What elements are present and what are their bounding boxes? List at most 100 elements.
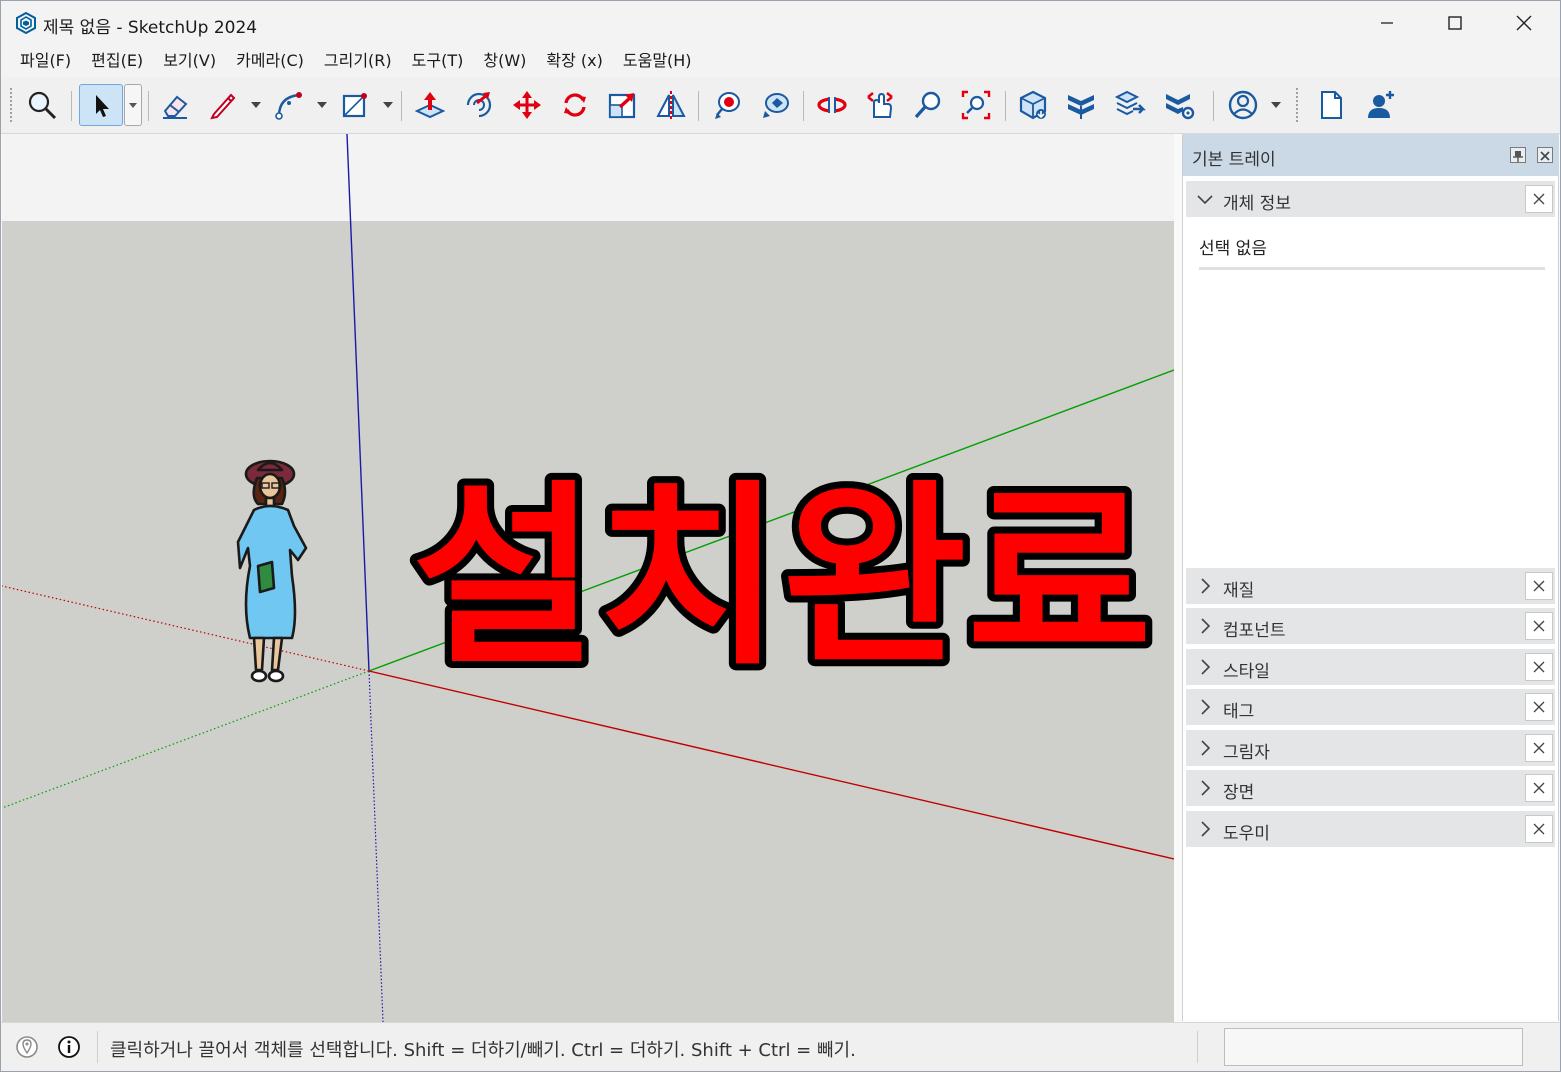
toolbar-grip[interactable]	[1295, 87, 1299, 123]
panel-styles[interactable]: 스타일	[1186, 649, 1555, 685]
new-file-icon	[1321, 91, 1342, 119]
arc-icon	[275, 92, 302, 120]
maximize-button[interactable]	[1422, 1, 1488, 45]
offset-icon	[466, 92, 492, 118]
panel-label: 개체 정보	[1223, 194, 1291, 214]
3d-warehouse-button[interactable]	[1015, 87, 1051, 123]
tray-pin-button[interactable]	[1510, 147, 1526, 163]
panel-label: 스타일	[1223, 662, 1270, 682]
rectangle-button[interactable]	[337, 87, 373, 123]
arc-button[interactable]	[271, 87, 307, 123]
eraser-button[interactable]	[157, 87, 193, 123]
panel-label: 재질	[1223, 581, 1255, 601]
chevron-right-icon	[1201, 699, 1211, 715]
extension-warehouse-button[interactable]	[1063, 87, 1099, 123]
blue-axis-hidden	[368, 670, 384, 1022]
panel-close-button[interactable]	[1525, 612, 1553, 640]
menu-view[interactable]: 보기(V)	[153, 45, 226, 77]
rotate-button[interactable]	[557, 87, 593, 123]
menu-draw[interactable]: 그리기(R)	[314, 45, 402, 77]
modeling-viewport[interactable]: 설치완료	[2, 134, 1174, 1022]
toolbar-grip[interactable]	[9, 87, 13, 123]
minimize-button[interactable]	[1354, 1, 1420, 45]
offset-button[interactable]	[461, 87, 497, 123]
pan-button[interactable]	[862, 87, 898, 123]
status-hint-text: 클릭하거나 끌어서 객체를 선택합니다. Shift = 더하기/빼기. Ctr…	[110, 1040, 856, 1061]
measurements-box[interactable]	[1224, 1028, 1523, 1066]
panel-shadows[interactable]: 그림자	[1186, 730, 1555, 766]
extension-manager-icon	[1166, 94, 1195, 120]
chevron-down-icon[interactable]	[251, 101, 261, 109]
geolocation-icon[interactable]	[15, 1035, 39, 1059]
panel-label: 그림자	[1223, 743, 1270, 763]
menu-tools[interactable]: 도구(T)	[402, 45, 474, 77]
info-icon[interactable]	[57, 1035, 81, 1059]
menu-file[interactable]: 파일(F)	[10, 45, 81, 77]
panel-close-button[interactable]	[1525, 185, 1553, 213]
push-pull-button[interactable]	[412, 87, 448, 123]
close-icon	[1533, 193, 1545, 205]
panel-close-button[interactable]	[1525, 693, 1553, 721]
panel-tags[interactable]: 태그	[1186, 689, 1555, 725]
search-icon	[28, 91, 57, 120]
install-complete-banner: 설치완료	[405, 457, 1159, 682]
orbit-button[interactable]	[814, 87, 850, 123]
chevron-right-icon	[1201, 618, 1211, 634]
panel-close-button[interactable]	[1525, 653, 1553, 681]
extension-manager-button[interactable]	[1161, 87, 1197, 123]
3d-warehouse-icon	[1019, 90, 1047, 120]
chevron-right-icon	[1201, 578, 1211, 594]
scale-figure-person	[236, 459, 308, 683]
title-bar: 제목 없음 - SketchUp 2024	[1, 1, 1560, 45]
search-button[interactable]	[24, 87, 60, 123]
orbit-icon	[817, 95, 847, 115]
panel-entity-info[interactable]: 개체 정보	[1186, 181, 1555, 217]
close-button[interactable]	[1491, 1, 1557, 45]
move-button[interactable]	[509, 87, 545, 123]
panel-close-button[interactable]	[1525, 572, 1553, 600]
scale-icon	[608, 93, 636, 119]
paint-bucket-button[interactable]	[709, 87, 745, 123]
toolbar-separator	[148, 91, 149, 121]
panel-close-button[interactable]	[1525, 815, 1553, 843]
layout-send-button[interactable]	[1111, 87, 1147, 123]
banner-text: 설치완료	[412, 464, 1152, 682]
zoom-button[interactable]	[910, 87, 946, 123]
menu-edit[interactable]: 편집(E)	[81, 45, 153, 77]
chevron-right-icon	[1201, 821, 1211, 837]
select-tool-button[interactable]	[79, 84, 123, 126]
select-tool-dropdown[interactable]	[124, 84, 142, 126]
blue-axis	[346, 134, 370, 672]
toolbar-separator	[803, 91, 804, 121]
toolbar-separator	[401, 91, 402, 121]
panel-scenes[interactable]: 장면	[1186, 770, 1555, 806]
chevron-down-icon[interactable]	[317, 101, 327, 109]
pencil-button[interactable]	[205, 87, 241, 123]
chevron-down-icon[interactable]	[1271, 101, 1281, 109]
new-file-button[interactable]	[1313, 87, 1349, 123]
chevron-down-icon[interactable]	[383, 101, 393, 109]
panel-components[interactable]: 컴포넌트	[1186, 608, 1555, 644]
zoom-extents-button[interactable]	[958, 87, 994, 123]
panel-materials[interactable]: 재질	[1186, 568, 1555, 604]
close-icon	[1533, 701, 1545, 713]
tray-close-button[interactable]	[1537, 147, 1553, 163]
panel-close-button[interactable]	[1525, 734, 1553, 762]
flip-button[interactable]	[653, 87, 689, 123]
add-user-button[interactable]	[1363, 87, 1399, 123]
divider	[97, 1031, 98, 1063]
menu-extensions[interactable]: 확장 (x)	[536, 45, 612, 77]
menu-bar: 파일(F) 편집(E) 보기(V) 카메라(C) 그리기(R) 도구(T) 창(…	[1, 45, 1560, 77]
minimize-icon	[1381, 22, 1393, 24]
panel-instructor[interactable]: 도우미	[1186, 811, 1555, 847]
menu-window[interactable]: 창(W)	[473, 45, 536, 77]
add-user-icon	[1368, 91, 1394, 118]
rotate-icon	[564, 93, 586, 117]
panel-close-button[interactable]	[1525, 774, 1553, 802]
menu-camera[interactable]: 카메라(C)	[226, 45, 314, 77]
select-arrow-icon	[96, 95, 109, 117]
menu-help[interactable]: 도움말(H)	[613, 45, 702, 77]
account-button[interactable]	[1225, 87, 1261, 123]
scale-button[interactable]	[605, 87, 641, 123]
tag-tool-button[interactable]	[757, 87, 793, 123]
